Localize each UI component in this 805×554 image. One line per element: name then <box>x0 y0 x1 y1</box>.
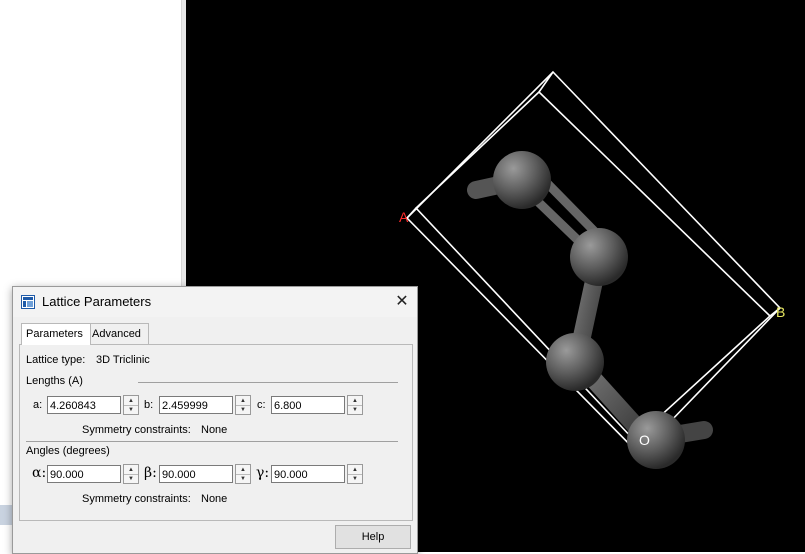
spin-down-icon[interactable]: ▼ <box>348 474 362 483</box>
close-icon: ✕ <box>395 293 409 310</box>
atom <box>570 228 628 286</box>
length-b-spinner[interactable]: ▲ ▼ <box>235 395 251 415</box>
unit-cell-edge <box>538 71 554 93</box>
angle-gamma-spinner[interactable]: ▲ ▼ <box>347 464 363 484</box>
axis-label-a: A <box>399 209 409 225</box>
bond-double-b <box>541 177 603 240</box>
length-a-spinner[interactable]: ▲ ▼ <box>123 395 139 415</box>
dialog-title: Lattice Parameters <box>42 294 152 309</box>
atom <box>546 333 604 391</box>
atom <box>493 151 551 209</box>
angles-constraints-value: None <box>201 493 228 505</box>
angle-gamma-label: γ: <box>256 465 270 481</box>
angles-heading: Angles (degrees) <box>26 445 110 457</box>
spin-down-icon[interactable]: ▼ <box>124 405 138 414</box>
dialog-titlebar[interactable]: Lattice Parameters ✕ <box>13 287 417 317</box>
angle-alpha-spinner[interactable]: ▲ ▼ <box>123 464 139 484</box>
axis-label-b: B <box>776 304 785 320</box>
axis-label-origin: O <box>639 432 650 448</box>
angle-beta-label: β: <box>144 465 157 481</box>
angle-gamma-input[interactable]: 90.000 <box>271 465 345 483</box>
lengths-heading: Lengths (A) <box>26 375 83 387</box>
unit-cell-edge <box>406 207 417 219</box>
lengths-constraints-label: Symmetry constraints: <box>82 424 191 436</box>
angle-alpha-label: α: <box>32 465 47 481</box>
angle-alpha-input[interactable]: 90.000 <box>47 465 121 483</box>
length-a-label: a: <box>33 399 43 411</box>
angle-beta-input[interactable]: 90.000 <box>159 465 233 483</box>
length-c-spinner[interactable]: ▲ ▼ <box>347 395 363 415</box>
length-b-input[interactable]: 2.459999 <box>159 396 233 414</box>
lattice-type-label: Lattice type: <box>26 354 86 366</box>
help-button[interactable]: Help <box>335 525 411 549</box>
close-button[interactable]: ✕ <box>391 290 413 312</box>
tab-parameters[interactable]: Parameters <box>21 323 91 345</box>
spin-down-icon[interactable]: ▼ <box>348 405 362 414</box>
atom <box>627 411 685 469</box>
section-separator <box>26 441 398 442</box>
spin-down-icon[interactable]: ▼ <box>236 474 250 483</box>
lengths-constraints-value: None <box>201 424 228 436</box>
lengths-separator <box>138 382 398 383</box>
angle-beta-spinner[interactable]: ▲ ▼ <box>235 464 251 484</box>
tab-advanced[interactable]: Advanced <box>87 323 149 344</box>
length-b-label: b: <box>144 399 154 411</box>
parameters-tab-panel: Lattice type: 3D Triclinic Lengths (A) a… <box>19 344 413 521</box>
lattice-type-value: 3D Triclinic <box>96 354 150 366</box>
lattice-app-icon <box>21 295 35 309</box>
length-a-input[interactable]: 4.260843 <box>47 396 121 414</box>
length-c-input[interactable]: 6.800 <box>271 396 345 414</box>
angles-constraints-label: Symmetry constraints: <box>82 493 191 505</box>
spin-down-icon[interactable]: ▼ <box>236 405 250 414</box>
lattice-parameters-dialog: Lattice Parameters ✕ Parameters Advanced… <box>12 286 418 554</box>
spin-down-icon[interactable]: ▼ <box>124 474 138 483</box>
length-c-label: c: <box>257 399 266 411</box>
